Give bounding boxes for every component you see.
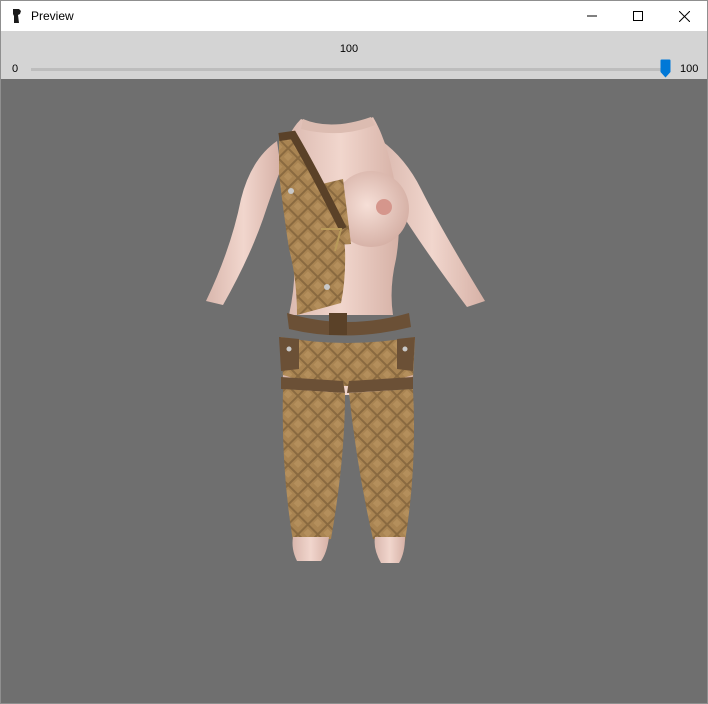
maximize-button[interactable]	[615, 1, 661, 31]
preview-viewport[interactable]	[1, 79, 707, 703]
app-icon	[9, 8, 25, 24]
minimize-icon	[587, 15, 597, 17]
title-bar[interactable]: Preview	[1, 1, 707, 31]
outfit-preview-model	[206, 117, 485, 563]
slider-panel: 100 0 100	[1, 31, 707, 79]
slider-min-label: 0	[12, 63, 19, 75]
slider-track[interactable]	[31, 59, 671, 78]
slider-max-label: 100	[680, 63, 699, 75]
slider-value-label: 100	[339, 43, 359, 55]
preview-window: Preview 100 0 100	[0, 0, 708, 704]
minimize-button[interactable]	[569, 1, 615, 31]
slider-fill	[31, 68, 665, 71]
caption-buttons	[569, 1, 707, 31]
window-title: Preview	[31, 9, 74, 23]
close-button[interactable]	[661, 1, 707, 31]
maximize-icon	[633, 11, 643, 21]
close-icon	[678, 10, 690, 22]
slider-thumb[interactable]	[660, 59, 671, 78]
